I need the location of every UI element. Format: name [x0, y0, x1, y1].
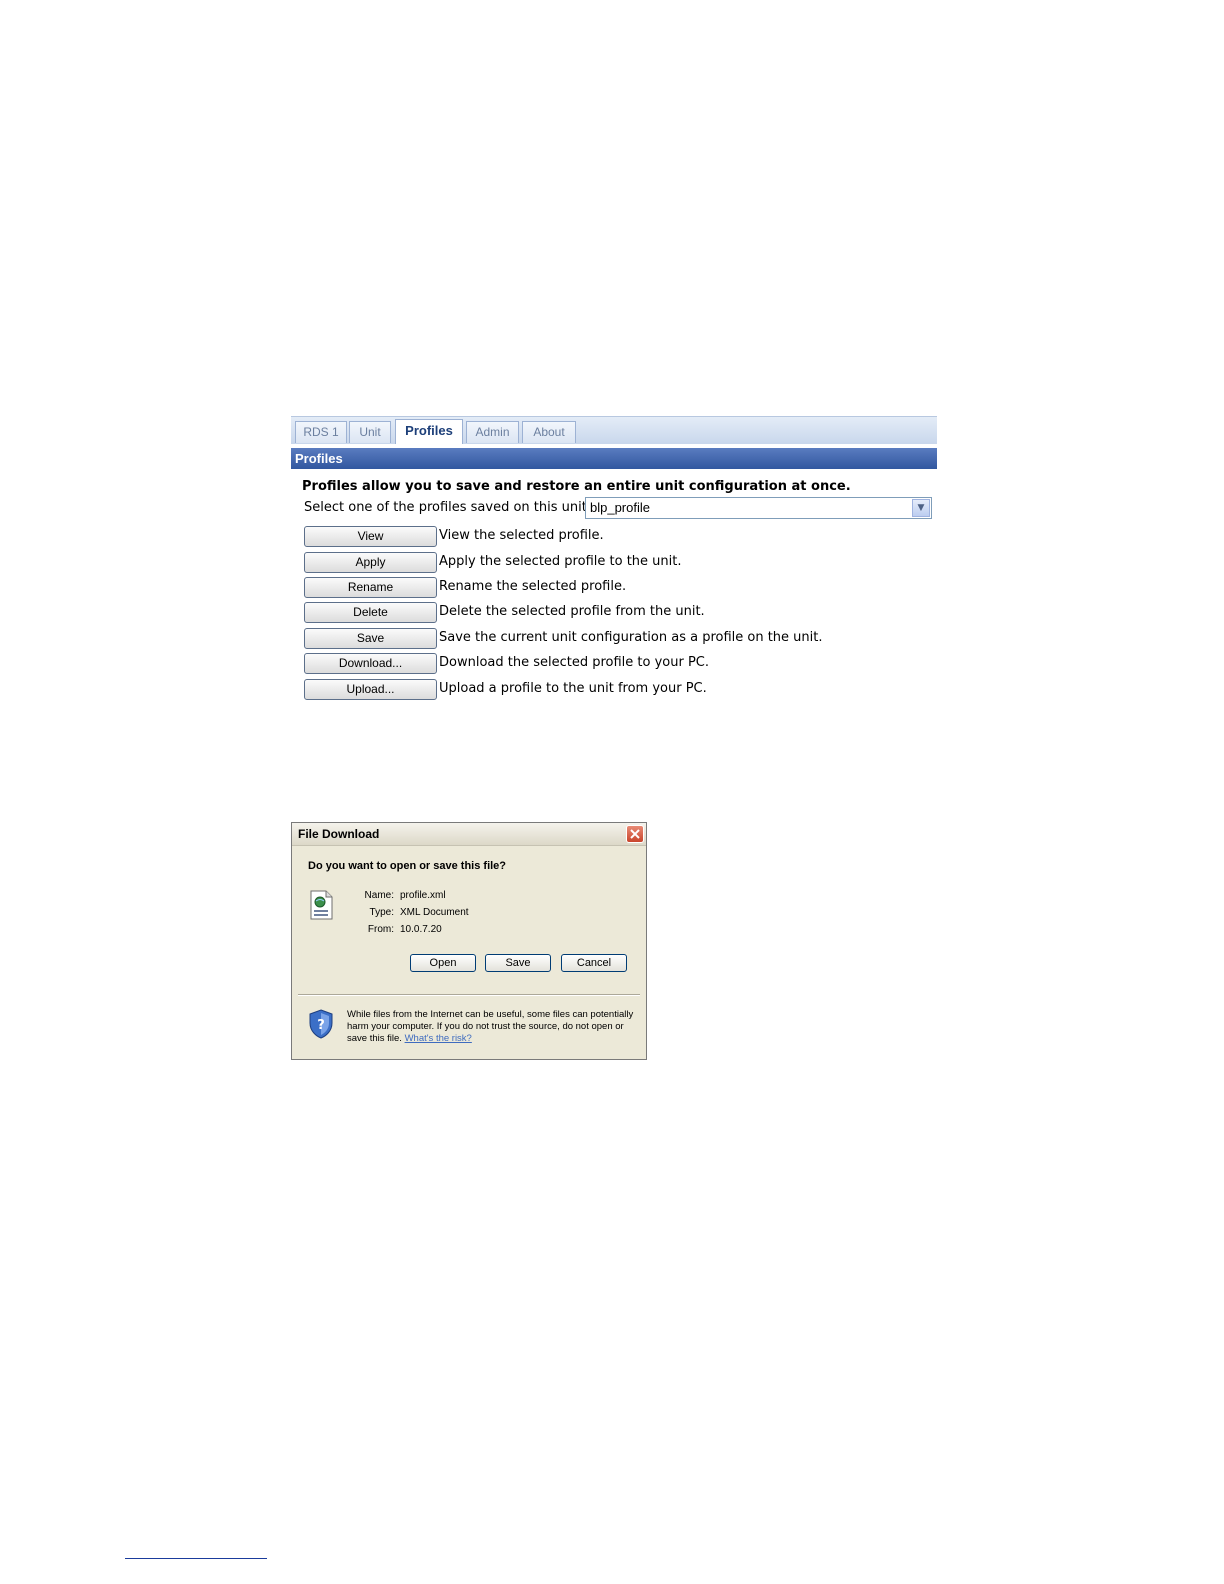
save-button[interactable]: Save	[304, 628, 437, 649]
xml-file-icon	[310, 890, 333, 920]
delete-description: Delete the selected profile from the uni…	[439, 604, 705, 619]
file-download-dialog: File Download Do you want to open or sav…	[291, 822, 647, 1060]
section-header: Profiles	[291, 448, 937, 469]
download-button[interactable]: Download...	[304, 653, 437, 674]
name-label: Name:	[364, 890, 394, 901]
warning-message: While files from the Internet can be use…	[347, 1009, 637, 1045]
dialog-titlebar[interactable]: File Download	[292, 823, 646, 846]
profile-select-value: blp_profile	[590, 500, 650, 515]
cancel-button[interactable]: Cancel	[561, 954, 627, 972]
dialog-question: Do you want to open or save this file?	[308, 860, 507, 872]
upload-button[interactable]: Upload...	[304, 679, 437, 700]
footnote-separator	[125, 1558, 267, 1559]
view-description: View the selected profile.	[439, 528, 604, 543]
type-label: Type:	[369, 907, 394, 918]
upload-description: Upload a profile to the unit from your P…	[439, 681, 707, 696]
dialog-save-button[interactable]: Save	[485, 954, 551, 972]
warning-text: While files from the Internet can be use…	[347, 1009, 634, 1044]
whats-the-risk-link[interactable]: What's the risk?	[405, 1033, 472, 1044]
apply-button[interactable]: Apply	[304, 552, 437, 573]
type-value: XML Document	[400, 907, 469, 918]
view-button[interactable]: View	[304, 526, 437, 547]
save-description: Save the current unit configuration as a…	[439, 630, 823, 645]
from-value: 10.0.7.20	[400, 924, 442, 935]
intro-text: Profiles allow you to save and restore a…	[302, 479, 851, 494]
tab-profiles[interactable]: Profiles	[395, 419, 463, 444]
dialog-divider	[298, 994, 640, 996]
profiles-panel: RDS 1 Unit Profiles Admin About Profiles…	[291, 416, 937, 706]
tab-unit[interactable]: Unit	[349, 421, 391, 443]
select-label: Select one of the profiles saved on this…	[304, 500, 591, 515]
svg-text:?: ?	[317, 1018, 325, 1033]
security-shield-icon: ?	[309, 1009, 333, 1039]
name-value: profile.xml	[400, 890, 446, 901]
tab-admin[interactable]: Admin	[466, 421, 519, 443]
chevron-down-icon[interactable]: ▼	[912, 499, 930, 517]
from-label: From:	[367, 924, 394, 935]
open-button[interactable]: Open	[410, 954, 476, 972]
rename-button[interactable]: Rename	[304, 577, 437, 598]
dialog-title: File Download	[298, 827, 380, 841]
close-icon[interactable]	[626, 825, 644, 843]
delete-button[interactable]: Delete	[304, 602, 437, 623]
tab-bar: RDS 1 Unit Profiles Admin About	[291, 416, 937, 444]
apply-description: Apply the selected profile to the unit.	[439, 554, 682, 569]
download-description: Download the selected profile to your PC…	[439, 655, 710, 670]
rename-description: Rename the selected profile.	[439, 579, 627, 594]
tab-rds1[interactable]: RDS 1	[295, 421, 347, 443]
tab-about[interactable]: About	[522, 421, 576, 443]
profile-select[interactable]: blp_profile ▼	[585, 497, 932, 519]
